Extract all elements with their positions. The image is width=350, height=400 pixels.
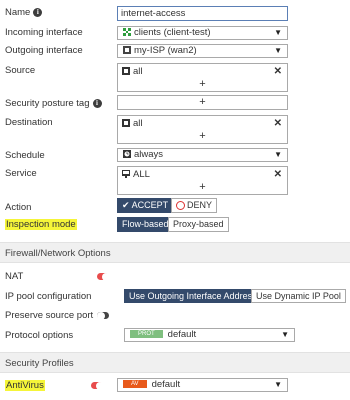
chevron-down-icon: ▼ bbox=[281, 330, 289, 339]
source-value: all bbox=[133, 66, 143, 77]
toggle-knob bbox=[101, 272, 110, 281]
posture-tag-field[interactable]: + bbox=[117, 95, 288, 110]
add-source-icon[interactable]: + bbox=[122, 79, 283, 90]
close-icon[interactable]: ✕ bbox=[274, 66, 282, 77]
deny-button[interactable]: DENY bbox=[171, 198, 218, 213]
toggle-knob bbox=[96, 311, 105, 320]
destination-value: all bbox=[133, 118, 143, 129]
close-icon[interactable]: ✕ bbox=[274, 118, 282, 129]
nat-label: NAT bbox=[5, 271, 24, 282]
antivirus-label: AntiVirus bbox=[5, 380, 45, 391]
av-tag: AV bbox=[123, 380, 147, 389]
name-input-value: internet-access bbox=[121, 8, 186, 19]
service-entry: ALL ✕ bbox=[122, 169, 283, 180]
use-outgoing-interface-label: Use Outgoing Interface Address bbox=[129, 291, 257, 301]
use-dynamic-ip-pool-label: Use Dynamic IP Pool bbox=[256, 291, 341, 301]
outgoing-interface-value: my-ISP (wan2) bbox=[134, 45, 197, 56]
destination-field[interactable]: all ✕ + bbox=[117, 115, 288, 144]
add-destination-icon[interactable]: + bbox=[122, 131, 283, 142]
security-profiles-header: Security Profiles bbox=[0, 352, 350, 373]
check-icon: ✔ bbox=[122, 200, 130, 210]
ip-pool-label: IP pool configuration bbox=[5, 291, 92, 302]
source-entry: all ✕ bbox=[122, 66, 283, 77]
protocol-options-value: default bbox=[167, 329, 197, 340]
outgoing-interface-label: Outgoing interface bbox=[5, 45, 83, 56]
prot-tag: PROT bbox=[130, 330, 163, 339]
add-service-icon[interactable]: + bbox=[122, 182, 283, 193]
posture-label: Security posture tag bbox=[5, 98, 90, 109]
destination-entry: all ✕ bbox=[122, 118, 283, 129]
schedule-value: always bbox=[134, 149, 164, 160]
inspection-mode-label: Inspection mode bbox=[5, 219, 77, 230]
firewall-options-title: Firewall/Network Options bbox=[5, 248, 111, 259]
inspection-mode-label-row: Inspection mode bbox=[5, 219, 77, 231]
chevron-down-icon: ▼ bbox=[274, 28, 282, 37]
monitor-icon bbox=[122, 170, 130, 179]
flow-based-button[interactable]: Flow-based bbox=[117, 217, 174, 232]
toggle-knob bbox=[95, 381, 104, 390]
deny-circle-icon bbox=[176, 201, 185, 211]
protocol-options-label: Protocol options bbox=[5, 330, 74, 341]
schedule-select[interactable]: always ▼ bbox=[117, 148, 288, 162]
antivirus-label-row: AntiVirus bbox=[5, 380, 45, 392]
incoming-interface-select[interactable]: clients (client-test) ▼ bbox=[117, 26, 288, 40]
address-icon bbox=[122, 67, 130, 76]
accept-button[interactable]: ✔ ACCEPT bbox=[117, 198, 174, 213]
name-input[interactable]: internet-access bbox=[117, 6, 288, 21]
posture-label-row: Security posture tag i bbox=[5, 98, 102, 110]
deny-label: DENY bbox=[187, 200, 213, 210]
protocol-options-select[interactable]: PROT default ▼ bbox=[124, 328, 295, 342]
accept-label: ACCEPT bbox=[131, 200, 169, 210]
info-icon[interactable]: i bbox=[92, 98, 102, 108]
proxy-based-label: Proxy-based bbox=[173, 219, 224, 229]
outgoing-interface-select[interactable]: my-ISP (wan2) ▼ bbox=[117, 44, 288, 58]
action-label: Action bbox=[5, 202, 32, 213]
add-posture-icon[interactable]: + bbox=[199, 96, 205, 108]
incoming-interface-label: Incoming interface bbox=[5, 27, 83, 38]
use-outgoing-interface-button[interactable]: Use Outgoing Interface Address bbox=[124, 289, 262, 303]
network-icon bbox=[123, 28, 131, 37]
clock-icon bbox=[123, 150, 131, 159]
service-label: Service bbox=[5, 168, 37, 179]
port-icon bbox=[123, 46, 131, 55]
name-label: Name bbox=[5, 7, 31, 18]
destination-label: Destination bbox=[5, 117, 53, 128]
chevron-down-icon: ▼ bbox=[274, 150, 282, 159]
source-label: Source bbox=[5, 65, 36, 76]
service-value: ALL bbox=[133, 169, 150, 180]
antivirus-toggle[interactable] bbox=[91, 381, 104, 390]
antivirus-profile-select[interactable]: AV default ▼ bbox=[117, 378, 288, 392]
service-field[interactable]: ALL ✕ + bbox=[117, 166, 288, 195]
security-profiles-title: Security Profiles bbox=[5, 358, 74, 369]
chevron-down-icon: ▼ bbox=[274, 380, 282, 389]
incoming-interface-value: clients (client-test) bbox=[134, 27, 211, 38]
preserve-source-port-label: Preserve source port bbox=[5, 310, 94, 321]
flow-based-label: Flow-based bbox=[122, 219, 169, 229]
name-label-row: Name i bbox=[5, 7, 43, 19]
use-dynamic-ip-pool-button[interactable]: Use Dynamic IP Pool bbox=[251, 289, 346, 303]
firewall-options-header: Firewall/Network Options bbox=[0, 242, 350, 263]
source-field[interactable]: all ✕ + bbox=[117, 63, 288, 92]
nat-toggle[interactable] bbox=[97, 272, 110, 281]
info-icon[interactable]: i bbox=[33, 7, 43, 17]
preserve-source-port-toggle[interactable] bbox=[96, 311, 109, 320]
close-icon[interactable]: ✕ bbox=[274, 169, 282, 180]
chevron-down-icon: ▼ bbox=[274, 46, 282, 55]
address-icon bbox=[122, 119, 130, 128]
antivirus-profile-value: default bbox=[151, 379, 181, 390]
proxy-based-button[interactable]: Proxy-based bbox=[168, 217, 229, 232]
schedule-label: Schedule bbox=[5, 150, 45, 161]
